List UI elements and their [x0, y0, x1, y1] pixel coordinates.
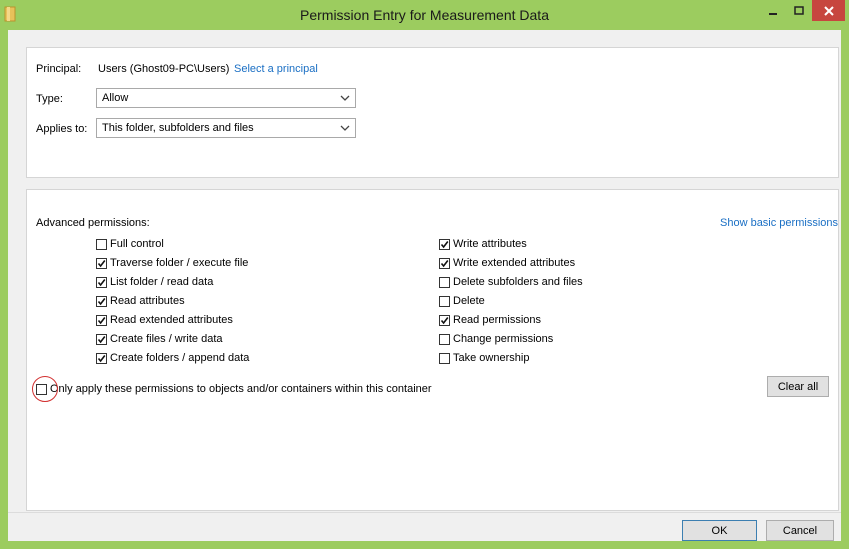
permission-row[interactable]: Write extended attributes	[439, 255, 575, 271]
permission-label: Full control	[110, 238, 164, 250]
permission-row[interactable]: Change permissions	[439, 331, 553, 347]
permission-label: Take ownership	[453, 352, 530, 364]
checked-checkbox[interactable]	[439, 257, 450, 269]
cancel-button[interactable]: Cancel	[766, 520, 834, 541]
permission-label: Write extended attributes	[453, 257, 576, 269]
type-label: Type:	[36, 93, 63, 105]
permission-label: Create files / write data	[110, 333, 223, 345]
advanced-permissions-panel: Advanced permissions: Show basic permiss…	[26, 189, 839, 511]
permission-row[interactable]: List folder / read data	[96, 274, 213, 290]
unchecked-checkbox[interactable]	[439, 333, 450, 345]
close-button[interactable]	[812, 0, 845, 21]
principal-label: Principal:	[36, 63, 82, 75]
permission-label: List folder / read data	[110, 276, 214, 288]
permission-row[interactable]: Read permissions	[439, 312, 541, 328]
checked-checkbox[interactable]	[96, 276, 107, 288]
unchecked-checkbox[interactable]	[439, 276, 450, 288]
principal-value: Users (Ghost09-PC\Users)	[98, 63, 230, 75]
show-basic-permissions-link[interactable]: Show basic permissions	[720, 217, 838, 229]
permission-row[interactable]: Read extended attributes	[96, 312, 233, 328]
maximize-icon	[794, 5, 804, 15]
permission-label: Delete subfolders and files	[453, 276, 583, 288]
permission-row[interactable]: Take ownership	[439, 350, 529, 366]
unchecked-checkbox[interactable]	[439, 352, 450, 364]
permission-label: Read permissions	[453, 314, 542, 326]
permission-label: Delete	[453, 295, 485, 307]
permission-row[interactable]: Traverse folder / execute file	[96, 255, 248, 271]
permission-label: Traverse folder / execute file	[110, 257, 249, 269]
checked-checkbox[interactable]	[96, 257, 107, 269]
permission-label: Change permissions	[453, 333, 554, 345]
ok-button[interactable]: OK	[682, 520, 757, 541]
permission-row[interactable]: Delete subfolders and files	[439, 274, 583, 290]
advanced-permissions-title: Advanced permissions:	[36, 217, 150, 229]
chevron-down-icon	[339, 121, 351, 135]
permission-label: Read attributes	[110, 295, 185, 307]
permission-row[interactable]: Delete	[439, 293, 485, 309]
type-select[interactable]: Allow	[96, 88, 356, 108]
only-apply-label: Only apply these permissions to objects …	[50, 383, 432, 395]
unchecked-checkbox[interactable]	[96, 238, 107, 250]
checked-checkbox[interactable]	[96, 295, 107, 307]
chevron-down-icon	[339, 91, 351, 105]
unchecked-checkbox[interactable]	[439, 295, 450, 307]
minimize-icon	[769, 12, 777, 15]
maximize-button[interactable]	[786, 0, 812, 21]
checked-checkbox[interactable]	[439, 238, 450, 250]
permission-entry-window: Permission Entry for Measurement Data Pr…	[0, 0, 849, 549]
window-title: Permission Entry for Measurement Data	[300, 7, 549, 23]
permission-row[interactable]: Read attributes	[96, 293, 185, 309]
applies-to-value: This folder, subfolders and files	[102, 122, 254, 134]
only-apply-row[interactable]: Only apply these permissions to objects …	[32, 376, 432, 402]
clear-all-button[interactable]: Clear all	[767, 376, 829, 397]
checked-checkbox[interactable]	[96, 333, 107, 345]
applies-to-label: Applies to:	[36, 123, 88, 135]
checked-checkbox[interactable]	[96, 314, 107, 326]
footer-divider	[8, 512, 841, 513]
principal-panel: Principal: Users (Ghost09-PC\Users) Sele…	[26, 47, 839, 178]
title-bar[interactable]: Permission Entry for Measurement Data	[0, 0, 849, 30]
permission-row[interactable]: Create files / write data	[96, 331, 223, 347]
dialog-body: Principal: Users (Ghost09-PC\Users) Sele…	[8, 30, 841, 541]
permission-label: Write attributes	[453, 238, 527, 250]
permission-row[interactable]: Full control	[96, 236, 164, 252]
applies-to-select[interactable]: This folder, subfolders and files	[96, 118, 356, 138]
only-apply-checkbox[interactable]	[36, 383, 47, 395]
close-icon	[823, 5, 834, 16]
permission-row[interactable]: Write attributes	[439, 236, 527, 252]
permission-label: Create folders / append data	[110, 352, 250, 364]
minimize-button[interactable]	[760, 0, 786, 21]
permission-label: Read extended attributes	[110, 314, 233, 326]
type-value: Allow	[102, 92, 129, 104]
permission-row[interactable]: Create folders / append data	[96, 350, 249, 366]
select-principal-link[interactable]: Select a principal	[234, 63, 318, 75]
checked-checkbox[interactable]	[439, 314, 450, 326]
checked-checkbox[interactable]	[96, 352, 107, 364]
